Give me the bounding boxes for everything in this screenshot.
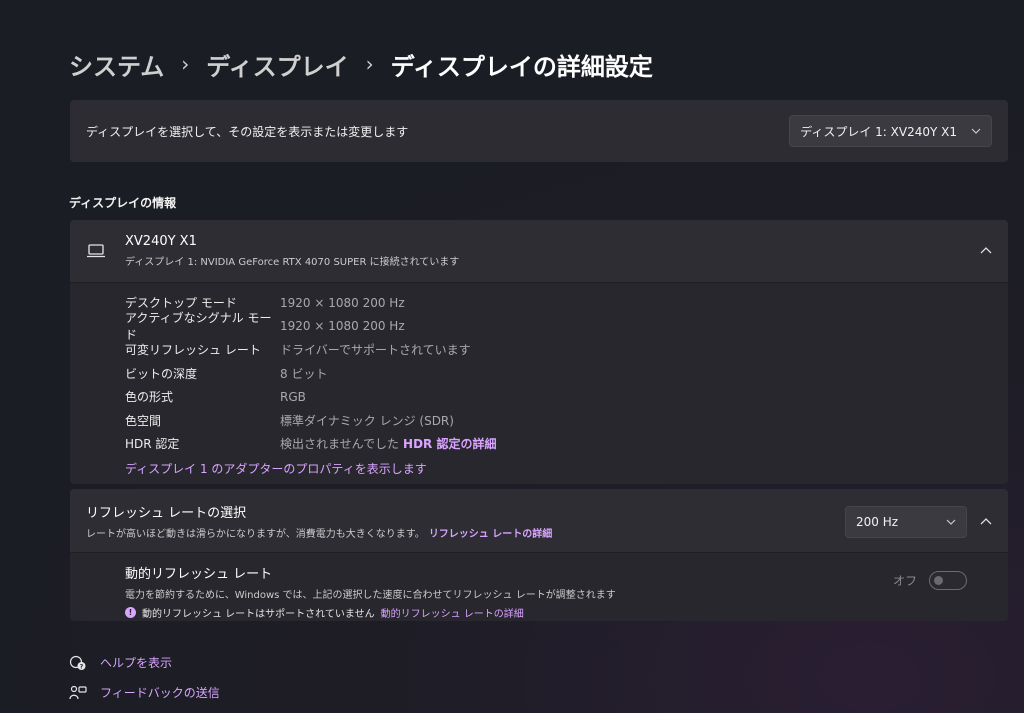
chevron-up-icon[interactable]: [980, 242, 992, 258]
info-key: 色空間: [125, 413, 162, 428]
info-key: 色の形式: [125, 390, 174, 405]
refresh-rate-details-link[interactable]: リフレッシュ レートの詳細: [429, 529, 552, 540]
dynamic-refresh-toggle[interactable]: [929, 571, 967, 590]
info-key: HDR 認定: [125, 437, 180, 452]
display-info-rows: デスクトップ モード 1920 × 1080 200 Hz アクティブなシグナル…: [70, 283, 1008, 480]
info-value: ドライバーでサポートされています: [280, 343, 471, 358]
refresh-rate-desc: レートが高いほど動きは滑らかになりますが、消費電力も大きくなります。 リフレッシュ…: [86, 525, 552, 540]
chevron-down-icon: [971, 126, 981, 137]
info-value: 1920 × 1080 200 Hz: [280, 319, 405, 334]
info-row: 可変リフレッシュ レート ドライバーでサポートされています: [125, 338, 1008, 362]
hdr-details-link[interactable]: HDR 認定の詳細: [403, 437, 496, 451]
info-row: アクティブなシグナル モード 1920 × 1080 200 Hz: [125, 311, 1008, 342]
chevron-up-icon[interactable]: [980, 513, 992, 529]
refresh-rate-value: 200 Hz: [856, 515, 899, 529]
monitor-subtitle: ディスプレイ 1: NVIDIA GeForce RTX 4070 SUPER …: [125, 257, 460, 268]
breadcrumb-display[interactable]: ディスプレイ: [206, 47, 348, 82]
adapter-properties-link[interactable]: ディスプレイ 1 のアダプターのプロパティを表示します: [125, 457, 1008, 480]
display-select-card: ディスプレイを選択して、その設定を表示または変更します ディスプレイ 1: XV…: [70, 100, 1008, 162]
info-value: RGB: [280, 389, 306, 404]
info-key: アクティブなシグナル モード: [125, 311, 272, 343]
display-info-header[interactable]: XV240Y X1 ディスプレイ 1: NVIDIA GeForce RTX 4…: [70, 220, 1008, 283]
help-icon: ?: [69, 655, 87, 671]
display-info-card: XV240Y X1 ディスプレイ 1: NVIDIA GeForce RTX 4…: [70, 220, 1008, 484]
chevron-right-icon: ›: [365, 52, 374, 76]
dynamic-refresh-desc: 電力を節約するために、Windows では、上記の選択した速度に合わせてリフレッ…: [125, 590, 616, 601]
info-key: 可変リフレッシュ レート: [125, 343, 261, 358]
refresh-rate-title: リフレッシュ レートの選択: [86, 505, 247, 521]
display-dropdown[interactable]: ディスプレイ 1: XV240Y X1: [789, 115, 992, 147]
chevron-right-icon: ›: [181, 52, 190, 76]
info-value: 標準ダイナミック レンジ (SDR): [280, 413, 454, 428]
breadcrumb-system[interactable]: システム: [69, 47, 164, 82]
info-value: 検出されませんでした HDR 認定の詳細: [280, 435, 496, 452]
dynamic-refresh-notice: ! 動的リフレッシュ レートはサポートされていません 動的リフレッシュ レートの…: [125, 605, 1008, 620]
help-link-label: ヘルプを表示: [100, 656, 173, 670]
dynamic-refresh-details-link[interactable]: 動的リフレッシュ レートの詳細: [381, 605, 524, 620]
refresh-rate-card: リフレッシュ レートの選択 レートが高いほど動きは滑らかになりますが、消費電力も…: [70, 489, 1008, 621]
dynamic-refresh-section: 動的リフレッシュ レート 電力を節約するために、Windows では、上記の選択…: [70, 553, 1008, 620]
hdr-status: 検出されませんでした: [280, 437, 400, 452]
feedback-link[interactable]: フィードバックの送信: [69, 684, 220, 701]
laptop-icon: [86, 243, 106, 259]
toggle-label: オフ: [892, 574, 917, 588]
info-value: 1920 × 1080 200 Hz: [280, 295, 405, 310]
info-value: 8 ビット: [280, 366, 328, 381]
info-icon: !: [125, 607, 136, 618]
feedback-icon: [69, 685, 87, 701]
help-link[interactable]: ? ヘルプを表示: [69, 654, 172, 671]
feedback-link-label: フィードバックの送信: [100, 686, 220, 700]
info-key: ビットの深度: [125, 366, 198, 381]
dynamic-refresh-title: 動的リフレッシュ レート: [125, 567, 273, 582]
section-title-display-info: ディスプレイの情報: [69, 196, 177, 210]
dynamic-refresh-notice-text: 動的リフレッシュ レートはサポートされていません: [142, 609, 375, 620]
svg-text:?: ?: [80, 663, 84, 670]
refresh-rate-header: リフレッシュ レートの選択 レートが高いほど動きは滑らかになりますが、消費電力も…: [70, 489, 1008, 553]
info-row: ビットの深度 8 ビット: [125, 362, 1008, 386]
page-title: ディスプレイの詳細設定: [390, 52, 653, 81]
chevron-down-icon: [946, 517, 956, 528]
dynamic-refresh-toggle-wrap: オフ: [893, 571, 967, 590]
breadcrumb: システム › ディスプレイ › ディスプレイの詳細設定: [69, 46, 653, 82]
monitor-name: XV240Y X1: [125, 234, 197, 249]
refresh-rate-dropdown[interactable]: 200 Hz: [845, 506, 967, 538]
info-row: HDR 認定 検出されませんでした HDR 認定の詳細: [125, 432, 1008, 456]
info-row: 色空間 標準ダイナミック レンジ (SDR): [125, 409, 1008, 433]
info-row: 色の形式 RGB: [125, 385, 1008, 409]
display-select-label: ディスプレイを選択して、その設定を表示または変更します: [86, 124, 409, 139]
refresh-rate-desc-text: レートが高いほど動きは滑らかになりますが、消費電力も大きくなります。: [86, 528, 425, 540]
toggle-knob: [934, 576, 943, 585]
display-dropdown-value: ディスプレイ 1: XV240Y X1: [800, 124, 957, 139]
